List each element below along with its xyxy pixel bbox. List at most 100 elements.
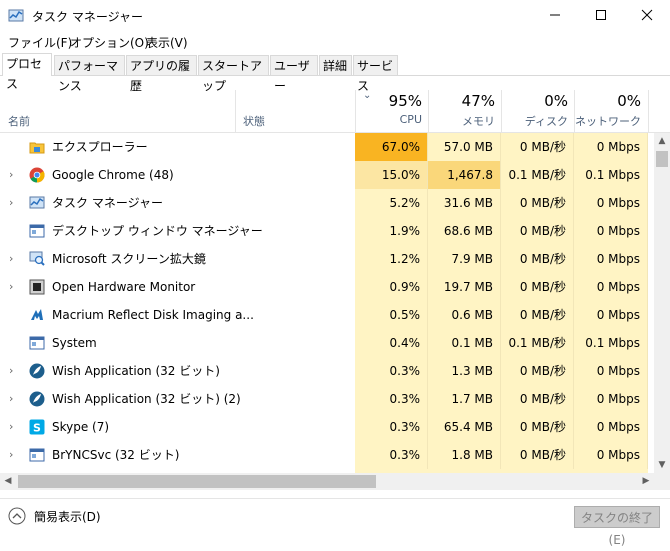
disk-cell: 0 MB/秒 <box>501 273 574 301</box>
table-row[interactable]: › BrYNCSvc (32 ビット) 0.3% 1.8 MB 0 MB/秒 0 Mbps <box>0 441 654 469</box>
table-row[interactable]: › Wish Application (32 ビット) 0.3% 1.3 MB 0 MB… <box>0 357 654 385</box>
footer: 簡易表示(D) タスクの終了(E) <box>0 498 670 547</box>
table-row[interactable]: Macrium Reflect Disk Imaging a... 0.5% 0.6… <box>0 301 654 329</box>
scroll-up-icon[interactable]: ▲ <box>654 133 670 149</box>
folder-icon <box>29 139 45 155</box>
column-memory-percent[interactable]: 47% <box>428 92 495 110</box>
disk-cell: 0 MB/秒 <box>501 441 574 469</box>
process-name: BrYNCSvc (32 ビット) <box>52 448 180 462</box>
cpu-cell: 0.3% <box>355 441 428 469</box>
fewer-details-button[interactable]: 簡易表示(D) <box>8 507 101 525</box>
process-name: Wish Application (32 ビット) <box>52 364 220 378</box>
expand-chevron-icon[interactable]: › <box>9 161 13 189</box>
expand-chevron-icon[interactable]: › <box>9 245 13 273</box>
tab-users[interactable]: ユーザー <box>270 55 318 93</box>
feather-icon <box>29 363 45 379</box>
table-row[interactable]: › Wish Application (32 ビット) (2) 0.3% 1.7 MB… <box>0 385 654 413</box>
network-cell: 0 Mbps <box>574 273 648 301</box>
horizontal-scroll-thumb[interactable] <box>18 475 376 488</box>
menu-file[interactable]: ファイル(F) <box>8 34 72 51</box>
process-name: Google Chrome (48) <box>52 168 174 182</box>
scroll-down-icon[interactable]: ▼ <box>654 457 670 473</box>
memory-cell: 1.3 MB <box>428 357 501 385</box>
network-cell: 0.1 Mbps <box>574 161 648 189</box>
tab-startup[interactable]: スタートアップ <box>198 55 269 93</box>
tab-details[interactable]: 詳細 <box>319 55 352 75</box>
disk-cell: 0 MB/秒 <box>501 189 574 217</box>
horizontal-scrollbar[interactable]: ◀ ▶ <box>0 473 654 490</box>
cpu-cell: 0.5% <box>355 301 428 329</box>
expand-chevron-icon[interactable]: › <box>9 189 13 217</box>
tab-processes[interactable]: プロセス <box>2 53 52 91</box>
column-network[interactable]: ネットワーク <box>574 113 641 129</box>
table-row[interactable]: › Google Chrome (48) 15.0%1,467.8 MB0.1 MB… <box>0 161 654 210</box>
scroll-left-icon[interactable]: ◀ <box>0 473 16 490</box>
window-icon <box>29 223 45 239</box>
table-row[interactable]: エクスプローラー 67.0% 57.0 MB 0 MB/秒 0 Mbps <box>0 133 654 161</box>
cpu-cell: 1.2% <box>355 245 428 273</box>
chrome-icon <box>29 167 45 183</box>
expand-chevron-icon[interactable]: › <box>9 413 13 441</box>
network-cell: 0 Mbps <box>574 385 648 413</box>
network-cell: 0 Mbps <box>574 217 648 245</box>
skype-icon: S <box>29 419 45 435</box>
menu-view[interactable]: 表示(V) <box>146 34 188 51</box>
task-manager-icon <box>29 195 45 211</box>
close-button[interactable] <box>624 0 670 30</box>
maximize-button[interactable] <box>578 0 624 30</box>
minimize-button[interactable] <box>532 0 578 30</box>
column-cpu[interactable]: CPU <box>355 113 422 126</box>
memory-cell: 7.9 MB <box>428 245 501 273</box>
expand-chevron-icon[interactable]: › <box>9 357 13 385</box>
table-row[interactable]: System 0.4% 0.1 MB 0.1 MB/秒 0.1 Mbps <box>0 329 654 357</box>
vertical-scroll-thumb[interactable] <box>656 151 668 167</box>
task-manager-icon <box>8 8 24 24</box>
feather-icon <box>29 391 45 407</box>
vertical-scrollbar[interactable]: ▲ ▼ <box>654 133 670 473</box>
tab-performance[interactable]: パフォーマンス <box>54 55 125 93</box>
column-name[interactable]: 名前 <box>8 113 30 129</box>
table-row[interactable]: › Open Hardware Monitor 0.9% 19.7 MB 0 MB/秒 0… <box>0 273 654 301</box>
process-name: Microsoft スクリーン拡大鏡 <box>52 252 206 266</box>
column-cpu-percent[interactable]: 95% <box>355 92 422 110</box>
disk-cell: 0 MB/秒 <box>501 245 574 273</box>
memory-cell: 31.6 MB <box>428 189 501 217</box>
network-cell: 0 Mbps <box>574 245 648 273</box>
process-name: System <box>52 336 97 350</box>
disk-cell: 0.1 MB/秒 <box>501 329 574 357</box>
end-task-button[interactable]: タスクの終了(E) <box>574 506 660 547</box>
window-icon <box>29 447 45 463</box>
memory-cell: 0.1 MB <box>428 329 501 357</box>
process-list: エクスプローラー 67.0% 57.0 MB 0 MB/秒 0 Mbps › Google … <box>0 133 654 473</box>
process-name: エクスプローラー <box>52 140 148 154</box>
disk-cell: 0 MB/秒 <box>501 301 574 329</box>
memory-cell: 0.6 MB <box>428 301 501 329</box>
column-disk-percent[interactable]: 0% <box>501 92 568 110</box>
tab-services[interactable]: サービス <box>353 55 398 93</box>
tab-app-history[interactable]: アプリの履歴 <box>126 55 197 93</box>
table-row[interactable]: › Microsoft スクリーン拡大鏡 1.2% 7.9 MB 0 MB/秒 0 Mbp… <box>0 245 654 273</box>
table-row[interactable]: › S Skype (7) 0.3% 65.4 MB 0 MB/秒 0 Mbps <box>0 413 654 441</box>
process-name: Skype (7) <box>52 420 110 434</box>
cpu-cell: 0.4% <box>355 329 428 357</box>
memory-cell: 1.7 MB <box>428 385 501 413</box>
chip-icon <box>29 279 45 295</box>
expand-chevron-icon[interactable]: › <box>9 385 13 413</box>
column-network-percent[interactable]: 0% <box>574 92 641 110</box>
disk-cell: 0 MB/秒 <box>501 413 574 441</box>
expand-chevron-icon[interactable]: › <box>9 441 13 469</box>
column-disk[interactable]: ディスク <box>501 113 568 129</box>
memory-cell: 57.0 MB <box>428 133 501 161</box>
column-status[interactable]: 状態 <box>243 113 265 129</box>
column-memory[interactable]: メモリ <box>428 113 495 129</box>
process-name: Wish Application (32 ビット) (2) <box>52 392 241 406</box>
table-row[interactable]: デスクトップ ウィンドウ マネージャー 1.9% 68.6 MB 0 MB/秒 0 Mb… <box>0 217 654 245</box>
menu-options[interactable]: オプション(O) <box>70 34 149 51</box>
scroll-right-icon[interactable]: ▶ <box>638 473 654 490</box>
table-row[interactable]: › タスク マネージャー 5.2% 31.6 MB 0 MB/秒 0 Mbps <box>0 189 654 217</box>
cpu-cell: 1.9% <box>355 217 428 245</box>
expand-chevron-icon[interactable]: › <box>9 273 13 301</box>
cpu-cell: 5.2% <box>355 189 428 217</box>
collapse-chevron-icon <box>8 507 26 525</box>
memory-cell: 1,467.8 MB <box>428 161 501 210</box>
